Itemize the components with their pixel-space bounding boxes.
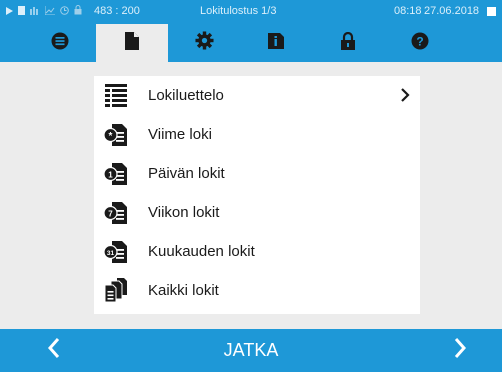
svg-text:31: 31 bbox=[107, 250, 115, 257]
doc-7-icon: 7 bbox=[103, 199, 128, 225]
gear-icon bbox=[194, 31, 214, 55]
doc-star-icon: * bbox=[103, 121, 128, 147]
clock-small-icon bbox=[60, 5, 69, 18]
menu-item-label: Viikon lokit bbox=[148, 204, 220, 221]
tab-help[interactable]: ? bbox=[384, 24, 456, 62]
document-small-icon bbox=[18, 5, 25, 18]
svg-text:7: 7 bbox=[108, 210, 113, 219]
menu-item-label: Viime loki bbox=[148, 126, 212, 143]
doc-1-icon: 1 bbox=[103, 160, 128, 186]
chevron-right-icon bbox=[453, 337, 467, 364]
screen-title: Lokitulostus 1/3 bbox=[200, 5, 277, 17]
menu-item-kaikki-lokit[interactable]: Kaikki lokit bbox=[94, 272, 420, 310]
menu-item-label: Kaikki lokit bbox=[148, 282, 219, 299]
menu-item-viikon-lokit[interactable]: 7 Viikon lokit bbox=[94, 194, 420, 232]
menu-item-paivan-lokit[interactable]: 1 Päivän lokit bbox=[94, 155, 420, 193]
tab-bar: ? bbox=[0, 24, 502, 62]
menu-item-viime-loki[interactable]: * Viime loki bbox=[94, 116, 420, 154]
chart-small-icon bbox=[44, 5, 55, 18]
tab-settings[interactable] bbox=[168, 24, 240, 62]
svg-text:1: 1 bbox=[108, 171, 113, 180]
continue-button[interactable]: JATKA bbox=[180, 329, 322, 372]
coordinate-readout: 483 : 200 bbox=[94, 5, 140, 17]
menu-item-label: Päivän lokit bbox=[148, 165, 225, 182]
tab-info[interactable] bbox=[240, 24, 312, 62]
menu-item-label: Kuukauden lokit bbox=[148, 243, 255, 260]
chevron-right-icon bbox=[400, 87, 410, 108]
status-bar: 483 : 200 Lokitulostus 1/3 08:18 27.06.2… bbox=[0, 0, 502, 24]
menu-item-label: Lokiluettelo bbox=[148, 87, 224, 104]
status-icons bbox=[6, 5, 82, 18]
forward-button[interactable] bbox=[430, 329, 490, 372]
doc-stack-icon bbox=[104, 277, 128, 303]
svg-text:*: * bbox=[109, 131, 113, 142]
lock-small-icon bbox=[74, 5, 82, 18]
log-menu: Lokiluettelo * Viime loki 1 Päivän lokit bbox=[94, 76, 420, 314]
status-time: 08:18 bbox=[394, 5, 422, 17]
svg-text:?: ? bbox=[416, 34, 423, 48]
play-icon bbox=[6, 6, 13, 18]
status-date: 27.06.2018 bbox=[424, 5, 480, 17]
chevron-left-icon bbox=[47, 337, 61, 364]
status-indicator bbox=[487, 7, 496, 16]
doc-31-icon: 31 bbox=[103, 238, 128, 264]
list-circle-icon bbox=[51, 32, 69, 55]
padlock-icon bbox=[341, 31, 355, 55]
tab-logs[interactable] bbox=[96, 24, 168, 62]
menu-item-kuukauden-lokit[interactable]: 31 Kuukauden lokit bbox=[94, 233, 420, 271]
tab-lock[interactable] bbox=[312, 24, 384, 62]
tab-menu[interactable] bbox=[24, 24, 96, 62]
footer-bar: JATKA bbox=[0, 329, 502, 372]
steam-icon bbox=[30, 6, 40, 18]
menu-item-lokiluettelo[interactable]: Lokiluettelo bbox=[94, 77, 420, 115]
back-button[interactable] bbox=[24, 329, 84, 372]
help-circle-icon: ? bbox=[411, 32, 429, 55]
document-icon bbox=[125, 31, 139, 55]
table-list-icon bbox=[104, 82, 128, 108]
info-tablet-icon bbox=[268, 32, 284, 55]
